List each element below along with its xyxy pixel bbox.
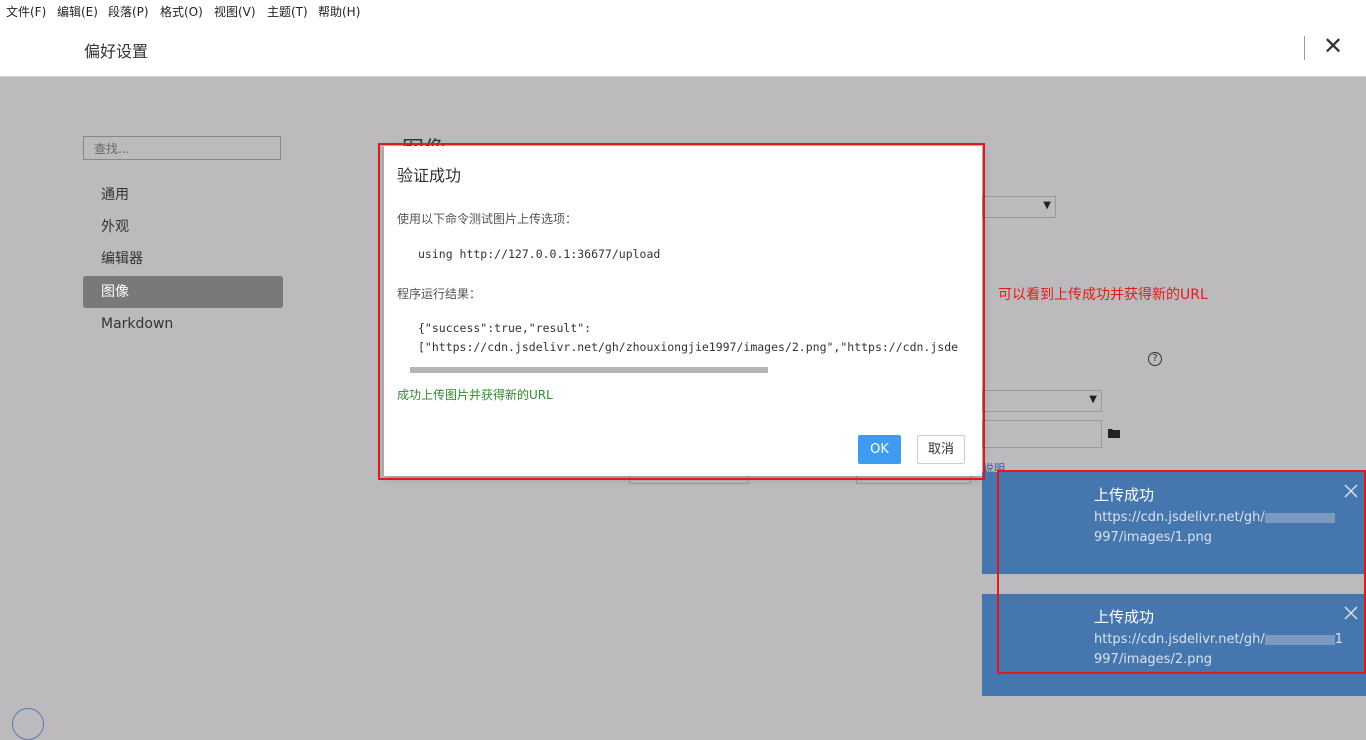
- menu-view[interactable]: 视图(V): [214, 3, 256, 20]
- image-action-select[interactable]: ▼: [982, 196, 1056, 218]
- annotation-highlight-box: [378, 143, 985, 480]
- uploader-select[interactable]: ▼: [982, 390, 1102, 412]
- annotation-highlight-box: [997, 470, 1366, 674]
- uploader-path-input[interactable]: [982, 420, 1102, 448]
- menu-file[interactable]: 文件(F): [6, 3, 46, 20]
- header-divider: [1304, 36, 1305, 60]
- help-icon[interactable]: ?: [1148, 352, 1162, 366]
- menu-help[interactable]: 帮助(H): [318, 3, 360, 20]
- menu-theme[interactable]: 主题(T): [267, 3, 308, 20]
- menu-bar: 文件(F) 编辑(E) 段落(P) 格式(O) 视图(V) 主题(T) 帮助(H…: [0, 0, 1366, 22]
- preferences-header: 偏好设置 ✕: [0, 22, 1366, 77]
- close-icon[interactable]: ✕: [1322, 32, 1344, 60]
- sidebar-item-appearance[interactable]: 外观: [83, 211, 283, 243]
- caret-down-icon: ▼: [1043, 200, 1051, 211]
- menu-format[interactable]: 格式(O): [160, 3, 203, 20]
- sidebar-item-editor[interactable]: 编辑器: [83, 243, 283, 275]
- page-title: 偏好设置: [84, 42, 149, 61]
- sidebar-item-image[interactable]: 图像: [83, 276, 283, 308]
- menu-paragraph[interactable]: 段落(P): [108, 3, 149, 20]
- caret-down-icon: ▼: [1089, 394, 1097, 405]
- sidebar-item-markdown[interactable]: Markdown: [83, 308, 283, 340]
- menu-edit[interactable]: 编辑(E): [57, 3, 98, 20]
- folder-icon[interactable]: [1108, 428, 1120, 438]
- annotation-text: 可以看到上传成功并获得新的URL: [998, 287, 1208, 303]
- status-icon[interactable]: [12, 708, 44, 740]
- search-input[interactable]: 查找...: [83, 136, 281, 160]
- sidebar-item-general[interactable]: 通用: [83, 179, 283, 211]
